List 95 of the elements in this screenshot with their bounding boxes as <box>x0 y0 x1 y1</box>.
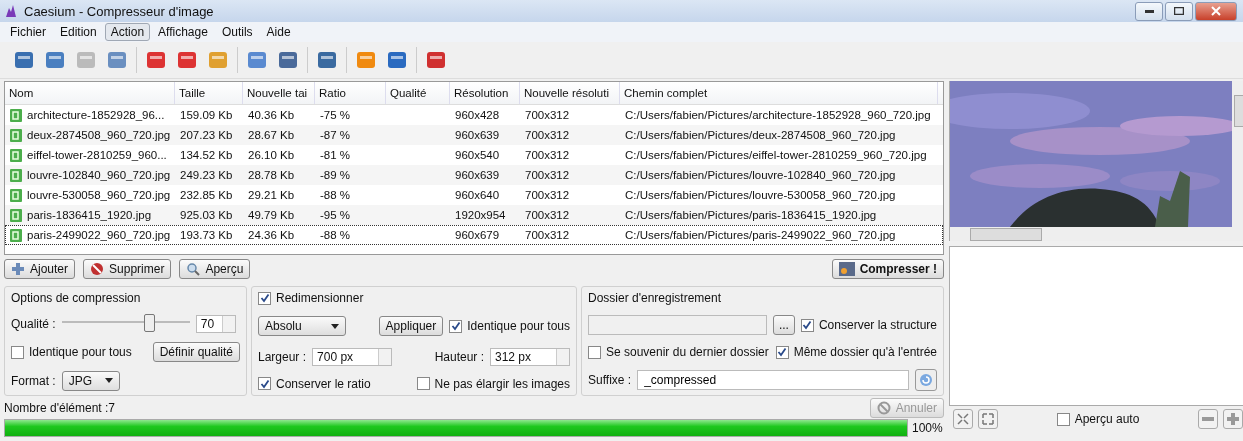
table-cell: paris-2499022_960_720.jpg <box>27 229 171 241</box>
table-cell: 700x312 <box>525 229 570 241</box>
table-cell: louvre-530058_960_720.jpg <box>27 189 171 201</box>
table-cell: 193.73 Kb <box>180 229 233 241</box>
checkbox[interactable]: Aperçu auto <box>1056 412 1140 426</box>
remove-button[interactable]: Supprimer <box>83 259 172 279</box>
group-title: Options de compression <box>11 291 142 305</box>
table-cell: C:/Users/fabien/Pictures/deux-2874508_960_720.jpg <box>625 129 896 141</box>
table-cell: 26.10 Kb <box>248 149 295 161</box>
table-cell: 28.67 Kb <box>248 129 295 141</box>
compress-button[interactable]: Compresser ! <box>831 259 944 279</box>
table-cell: C:/Users/fabien/Pictures/eiffel-tower-2810259_960_720.jpg <box>625 149 927 161</box>
column-header[interactable]: Ratio <box>315 82 386 104</box>
table-cell: 960x640 <box>455 189 500 201</box>
table-cell: 925.03 Kb <box>180 209 233 221</box>
browse-button[interactable]: ... <box>772 315 795 335</box>
table-cell: -88 % <box>320 229 351 241</box>
checkbox[interactable]: Identique pour tous <box>11 345 132 360</box>
checkbox[interactable]: Identique pour tous <box>449 319 570 334</box>
table-cell: -89 % <box>320 169 351 181</box>
menu-item[interactable]: Edition <box>54 23 103 41</box>
column-header[interactable]: Nom <box>5 82 175 104</box>
table-cell: 700x312 <box>525 149 570 161</box>
column-header[interactable]: Résolution <box>450 82 520 104</box>
format-label: Format : <box>11 373 56 388</box>
table-cell: C:/Users/fabien/Pictures/louvre-530058_960_720.jpg <box>625 189 896 201</box>
table-cell: 960x540 <box>455 149 500 161</box>
table-cell: 24.36 Kb <box>248 229 295 241</box>
table-cell: 960x639 <box>455 129 500 141</box>
define-quality-button[interactable]: Définir qualité <box>152 342 240 363</box>
suffix-label: Suffixe : <box>588 373 632 387</box>
resize-mode-dropdown[interactable]: Absolu <box>258 316 346 337</box>
table-cell: 960x679 <box>455 229 500 241</box>
group-title: Dossier d'enregistrement <box>588 291 722 305</box>
checkbox[interactable]: Conserver la structure <box>800 318 937 332</box>
checkbox[interactable]: Redimensionner <box>258 291 364 305</box>
table-cell: 700x312 <box>525 109 570 121</box>
window-title: Caesium - Compresseur d'image <box>24 3 214 19</box>
format-dropdown[interactable]: JPG <box>61 370 120 391</box>
table-cell: louvre-102840_960_720.jpg <box>27 169 171 181</box>
preview-button[interactable]: Aperçu <box>179 259 251 279</box>
table-cell: 49.79 Kb <box>248 209 295 221</box>
table-cell: 960x428 <box>455 109 500 121</box>
table-cell: C:/Users/fabien/Pictures/louvre-102840_960_720.jpg <box>625 169 896 181</box>
table-cell: 29.21 Kb <box>248 189 295 201</box>
quality-spinbox[interactable]: 70 <box>195 314 236 333</box>
table-cell: paris-1836415_1920.jpg <box>27 209 152 221</box>
column-header[interactable]: Chemin complet <box>620 82 938 104</box>
checkbox[interactable]: Ne pas élargir les images <box>416 377 570 391</box>
width-spinbox[interactable]: 700 px <box>312 347 393 366</box>
column-header[interactable]: Taille <box>175 82 243 104</box>
table-cell: 159.09 Kb <box>180 109 233 121</box>
add-button[interactable]: Ajouter <box>4 259 76 279</box>
table-cell: deux-2874508_960_720.jpg <box>27 129 171 141</box>
table-cell: 207.23 Kb <box>180 129 233 141</box>
height-label: Hauteur : <box>434 349 484 364</box>
menu-item[interactable]: Outils <box>215 23 259 41</box>
table-cell: eiffel-tower-2810259_960... <box>27 149 167 161</box>
progress-reading: 100% <box>912 421 943 435</box>
menu-item[interactable]: Aide <box>260 23 297 41</box>
quality-label: Qualité : <box>11 316 56 331</box>
table-cell: 232.85 Kb <box>180 189 233 201</box>
item-count: Nombre d'élément :7 <box>4 401 115 415</box>
table-cell: 700x312 <box>525 189 570 201</box>
checkbox[interactable]: Conserver le ratio <box>258 377 371 391</box>
menu-item[interactable]: Action <box>104 23 151 41</box>
column-header[interactable]: Nouvelle tai <box>243 82 315 104</box>
column-header[interactable]: Nouvelle résoluti <box>520 82 620 104</box>
suffix-field[interactable]: _compressed <box>637 370 909 390</box>
checkbox[interactable]: Même dossier qu'à l'entrée <box>775 345 937 359</box>
menu-item[interactable]: Fichier <box>4 23 52 41</box>
table-cell: -95 % <box>320 209 351 221</box>
table-cell: C:/Users/fabien/Pictures/paris-1836415_1920.jpg <box>625 209 877 221</box>
table-cell: 40.36 Kb <box>248 109 295 121</box>
table-cell: C:/Users/fabien/Pictures/architecture-1852928_960_720.jpg <box>625 109 931 121</box>
height-spinbox[interactable]: 312 px <box>490 347 570 366</box>
table-cell: C:/Users/fabien/Pictures/paris-2499022_960_720.jpg <box>625 229 896 241</box>
table-cell: 700x312 <box>525 129 570 141</box>
table-cell: 134.52 Kb <box>180 149 233 161</box>
table-cell: -88 % <box>320 189 351 201</box>
checkbox[interactable]: Se souvenir du dernier dossier <box>588 345 769 359</box>
table-cell: 1920x954 <box>455 209 506 221</box>
table-cell: 700x312 <box>525 169 570 181</box>
table-cell: -87 % <box>320 129 351 141</box>
menu-item[interactable]: Affichage <box>152 23 214 41</box>
apply-button[interactable]: Appliquer <box>378 316 444 337</box>
column-header[interactable]: Qualité <box>386 82 450 104</box>
table-cell: 249.23 Kb <box>180 169 233 181</box>
table-cell: -75 % <box>320 109 351 121</box>
table-cell: architecture-1852928_96... <box>27 109 165 121</box>
width-label: Largeur : <box>258 349 307 364</box>
table-cell: 960x639 <box>455 169 500 181</box>
table-cell: -81 % <box>320 149 351 161</box>
table-cell: 700x312 <box>525 209 570 221</box>
table-cell: 28.78 Kb <box>248 169 295 181</box>
